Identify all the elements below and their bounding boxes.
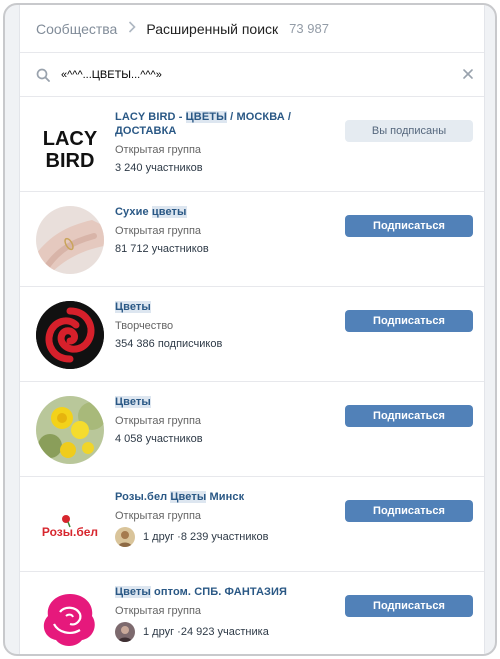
member-count: 1 друг · 8 239 участников: [115, 527, 335, 547]
group-type: Открытая группа: [115, 415, 202, 427]
list-item[interactable]: LACY BIRD LACY BIRD - ЦВЕТЫ / МОСКВА / Д…: [20, 97, 484, 192]
group-info: LACY BIRD - ЦВЕТЫ / МОСКВА / ДОСТАВКА От…: [115, 110, 335, 175]
yellow-flowers-photo-icon: [36, 396, 104, 464]
list-item[interactable]: Сухие цветы Открытая группа 81 712 участ…: [20, 192, 484, 287]
group-name-link[interactable]: Сухие цветы: [115, 205, 335, 219]
ring-hand-photo-icon: [36, 206, 104, 274]
group-name-link[interactable]: Цветы оптом. СПБ. ФАНТАЗИЯ: [115, 585, 335, 599]
friends-count: 1 друг ·: [143, 531, 181, 543]
svg-text:Розы.бел: Розы.бел: [42, 525, 98, 539]
breadcrumb-communities-link[interactable]: Сообщества: [36, 21, 117, 37]
subscribe-button[interactable]: Подписаться: [345, 215, 473, 237]
friend-avatar[interactable]: [115, 622, 135, 642]
member-count: 1 друг · 24 923 участника: [115, 622, 335, 642]
list-item[interactable]: Розы.бел Розы.бел Цветы Минск Открытая г…: [20, 477, 484, 572]
friends-count: 1 друг ·: [143, 626, 181, 638]
member-count: 81 712 участников: [115, 243, 209, 255]
svg-text:BIRD: BIRD: [46, 150, 95, 172]
avatar[interactable]: [36, 396, 104, 464]
list-item[interactable]: Цветы Творчество 354 386 подписчиков Под…: [20, 287, 484, 382]
group-info: Цветы Открытая группа 4 058 участников: [115, 395, 335, 446]
group-info: Розы.бел Цветы Минск Открытая группа 1 д…: [115, 490, 335, 547]
member-count: 354 386 подписчиков: [115, 338, 223, 350]
breadcrumb: Сообщества Расширенный поиск 73 987: [20, 5, 484, 53]
member-count: 3 240 участников: [115, 162, 203, 174]
avatar[interactable]: [36, 301, 104, 369]
rozy-bel-logo-icon: Розы.бел: [42, 515, 98, 539]
group-type: Открытая группа: [115, 605, 202, 617]
search-icon: [36, 68, 50, 82]
subscribed-button[interactable]: Вы подписаны: [345, 120, 473, 142]
subscribe-button[interactable]: Подписаться: [345, 595, 473, 617]
avatar[interactable]: [36, 586, 104, 654]
subscribe-button[interactable]: Подписаться: [345, 405, 473, 427]
search-bar: [20, 53, 484, 97]
friend-avatar[interactable]: [115, 527, 135, 547]
red-swirl-logo-icon: [36, 301, 104, 369]
avatar[interactable]: [36, 206, 104, 274]
group-info: Цветы Творчество 354 386 подписчиков: [115, 300, 335, 351]
group-name-link[interactable]: LACY BIRD - ЦВЕТЫ / МОСКВА / ДОСТАВКА: [115, 110, 335, 138]
page-title: Расширенный поиск: [146, 20, 279, 37]
subscribe-button[interactable]: Подписаться: [345, 310, 473, 332]
group-name-link[interactable]: Цветы: [115, 300, 335, 314]
member-count: 4 058 участников: [115, 433, 203, 445]
group-name-link[interactable]: Цветы: [115, 395, 335, 409]
search-input[interactable]: [61, 64, 441, 86]
lacy-bird-logo-icon: LACY BIRD: [43, 128, 98, 172]
pink-rose-logo-icon: [43, 594, 95, 646]
svg-text:LACY: LACY: [43, 128, 98, 150]
results-count: 73 987: [289, 21, 329, 36]
group-type: Творчество: [115, 320, 174, 332]
group-type: Открытая группа: [115, 225, 202, 237]
group-type: Открытая группа: [115, 144, 202, 156]
subscribe-button[interactable]: Подписаться: [345, 500, 473, 522]
avatar[interactable]: Розы.бел: [36, 491, 104, 559]
group-type: Открытая группа: [115, 510, 202, 522]
close-icon[interactable]: [461, 67, 475, 81]
group-info: Цветы оптом. СПБ. ФАНТАЗИЯ Открытая груп…: [115, 585, 335, 642]
device-frame: Сообщества Расширенный поиск 73 987 «^^^…: [3, 3, 497, 656]
avatar[interactable]: LACY BIRD: [36, 111, 104, 179]
chevron-right-icon: [128, 21, 136, 36]
search-panel: Сообщества Расширенный поиск 73 987 «^^^…: [19, 5, 485, 654]
list-item[interactable]: Цветы оптом. СПБ. ФАНТАЗИЯ Открытая груп…: [20, 572, 484, 654]
group-info: Сухие цветы Открытая группа 81 712 участ…: [115, 205, 335, 256]
group-name-link[interactable]: Розы.бел Цветы Минск: [115, 490, 335, 504]
list-item[interactable]: Цветы Открытая группа 4 058 участников П…: [20, 382, 484, 477]
